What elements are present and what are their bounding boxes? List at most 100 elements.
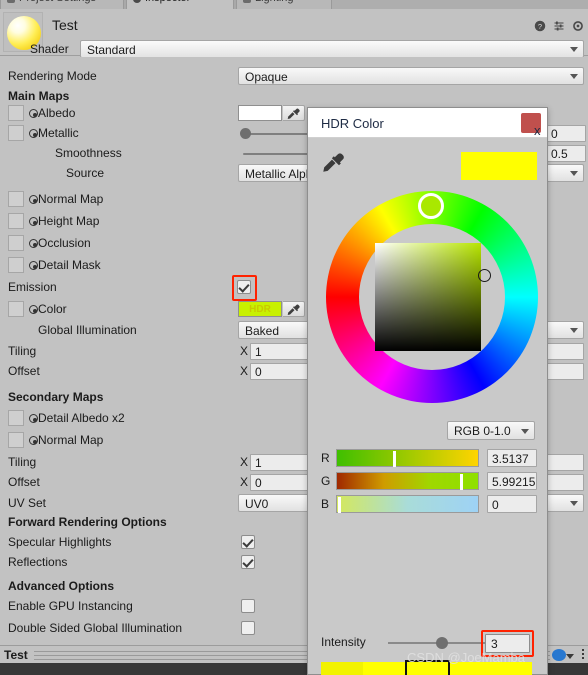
detail-mask-target-icon[interactable] <box>29 261 38 270</box>
hdr-current-color-preview[interactable] <box>461 152 537 180</box>
channel-handle-g[interactable] <box>460 474 463 490</box>
emission-eyedropper-button[interactable] <box>283 301 305 317</box>
normal-map-target-icon[interactable] <box>29 195 38 204</box>
channel-slider-r[interactable] <box>336 449 479 467</box>
metallic-target-icon[interactable] <box>29 129 38 138</box>
albedo-color-swatch[interactable] <box>238 105 282 121</box>
secondary-offset-axis-x-label: X <box>240 475 249 489</box>
tab-lighting[interactable]: Lighting <box>236 0 332 9</box>
hdr-eyedropper-button[interactable] <box>322 152 348 176</box>
secondary-offset-label: Offset <box>8 475 40 489</box>
albedo-eyedropper-button[interactable] <box>283 105 305 121</box>
gear-icon[interactable] <box>572 20 584 32</box>
channel-handle-r[interactable] <box>393 451 396 467</box>
chevron-down-icon <box>570 171 578 176</box>
emission-hdr-color-swatch[interactable]: HDR <box>238 301 282 317</box>
help-icon[interactable]: ? <box>534 20 546 32</box>
uv-set-value: UV0 <box>245 497 269 511</box>
offset-axis-x-label: X <box>240 364 249 378</box>
chevron-down-icon <box>570 47 578 52</box>
tab-bar: Project Settings Inspector Lighting <box>0 0 588 9</box>
height-map-target-icon[interactable] <box>29 217 38 226</box>
channel-slider-b[interactable] <box>336 495 479 513</box>
secondary-normal-map-target-icon[interactable] <box>29 436 38 445</box>
specular-highlights-checkbox[interactable] <box>241 535 255 549</box>
inspector-header-icons: ? <box>534 20 584 32</box>
close-icon[interactable]: x <box>521 113 541 138</box>
emission-color-target-icon[interactable] <box>29 305 38 314</box>
global-illumination-label: Global Illumination <box>38 323 137 337</box>
tab-project-settings[interactable]: Project Settings <box>0 0 124 9</box>
occlusion-texture-slot[interactable] <box>8 235 24 251</box>
preview-bar-title: Test <box>4 648 28 662</box>
emission-texture-slot[interactable] <box>8 301 24 317</box>
albedo-texture-slot[interactable] <box>8 105 24 121</box>
smoothness-label: Smoothness <box>55 146 122 160</box>
exposure-cell-minus1[interactable]: -1 <box>363 662 406 675</box>
detail-mask-label: Detail Mask <box>38 258 101 272</box>
albedo-target-icon[interactable] <box>29 109 38 118</box>
secondary-normal-map-texture-slot[interactable] <box>8 432 24 448</box>
double-sided-gi-checkbox[interactable] <box>241 621 255 635</box>
shader-dropdown-value: Standard <box>87 43 136 57</box>
detail-mask-texture-slot[interactable] <box>8 257 24 273</box>
metallic-texture-slot[interactable] <box>8 125 24 141</box>
exposure-cell-minus2[interactable]: -2 <box>321 662 364 675</box>
secondary-tiling-label: Tiling <box>8 455 37 469</box>
global-illumination-value: Baked <box>245 324 280 338</box>
channel-value-field-g[interactable]: 5.99215 <box>487 472 537 490</box>
channel-handle-b[interactable] <box>338 497 341 513</box>
detail-albedo-target-icon[interactable] <box>29 414 38 423</box>
hdr-color-dialog-title: HDR Color <box>321 116 384 131</box>
tab-inspector[interactable]: Inspector <box>126 0 234 9</box>
saturation-value-handle[interactable] <box>478 269 491 282</box>
rendering-mode-dropdown[interactable]: Opaque <box>238 67 584 85</box>
hdr-color-dialog: HDR Color x RGB 0-1.0 R 3.5137 G 5.99215… <box>307 107 548 675</box>
chevron-down-icon[interactable] <box>566 654 574 659</box>
channel-value-g: 5.99215 <box>492 475 536 489</box>
normal-map-texture-slot[interactable] <box>8 191 24 207</box>
lighting-icon <box>243 0 251 3</box>
chevron-down-icon <box>570 74 578 79</box>
hdr-color-dialog-titlebar[interactable]: HDR Color x <box>308 108 547 138</box>
tiling-x-value: 1 <box>255 345 262 359</box>
secondary-maps-header: Secondary Maps <box>8 390 104 404</box>
reflections-checkbox[interactable] <box>241 555 255 569</box>
saturation-value-square[interactable] <box>375 243 481 351</box>
chevron-down-icon <box>570 501 578 506</box>
smoothness-value-field[interactable]: 0.5 <box>546 145 586 162</box>
metallic-slider-knob[interactable] <box>240 128 251 139</box>
tab-project-settings-label: Project Settings <box>19 0 96 4</box>
intensity-slider-knob[interactable] <box>436 637 448 649</box>
project-settings-icon <box>7 0 15 3</box>
preview-options-icon[interactable] <box>582 649 584 661</box>
height-map-texture-slot[interactable] <box>8 213 24 229</box>
chevron-down-icon <box>570 328 578 333</box>
shader-dropdown[interactable]: Standard <box>80 40 584 58</box>
albedo-label: Albedo <box>38 106 76 120</box>
channel-slider-g[interactable] <box>336 472 479 490</box>
page-title: Test <box>52 17 78 33</box>
channel-label-g: G <box>321 474 331 488</box>
intensity-label: Intensity <box>321 635 366 649</box>
metallic-value-field[interactable]: 0 <box>546 125 586 142</box>
preset-icon[interactable] <box>553 20 565 32</box>
gpu-instancing-checkbox[interactable] <box>241 599 255 613</box>
detail-albedo-texture-slot[interactable] <box>8 410 24 426</box>
preview-shape-icon[interactable] <box>552 649 566 661</box>
channel-value-field-r[interactable]: 3.5137 <box>487 449 537 467</box>
secondary-tiling-x-value: 1 <box>255 456 262 470</box>
hue-handle[interactable] <box>418 193 444 219</box>
occlusion-target-icon[interactable] <box>29 239 38 248</box>
unity-inspector-window: Project Settings Inspector Lighting Test… <box>0 0 588 675</box>
emission-checkbox[interactable] <box>237 280 251 294</box>
tab-bar-filler <box>332 0 588 9</box>
double-sided-gi-label: Double Sided Global Illumination <box>8 621 183 635</box>
channel-label-b: B <box>321 497 330 511</box>
color-mode-dropdown[interactable]: RGB 0-1.0 <box>447 421 535 440</box>
reflections-label: Reflections <box>8 555 68 569</box>
uv-set-label: UV Set <box>8 496 47 510</box>
row-rendering-mode: Rendering Mode Opaque <box>0 66 588 86</box>
chevron-down-icon <box>521 429 529 434</box>
channel-value-field-b[interactable]: 0 <box>487 495 537 513</box>
